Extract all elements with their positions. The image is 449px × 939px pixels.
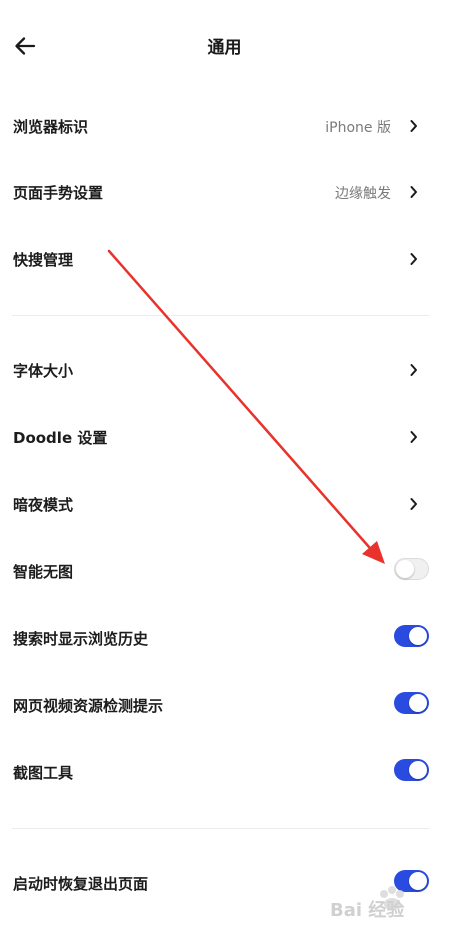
toggle-knob: [409, 694, 427, 712]
watermark-text: Bai 经验: [330, 899, 405, 921]
quick-search-row[interactable]: 快搜管理: [0, 232, 449, 288]
row-label: 网页视频资源检测提示: [13, 697, 164, 715]
video-detect-row: 网页视频资源检测提示: [0, 678, 449, 734]
row-label: 浏览器标识: [13, 118, 89, 136]
row-label: 截图工具: [13, 764, 74, 782]
page-title: 通用: [207, 38, 242, 58]
row-label: 暗夜模式: [13, 496, 74, 514]
smart-no-image-toggle[interactable]: [394, 558, 429, 580]
toggle-knob: [409, 627, 427, 645]
section-divider: [12, 315, 430, 316]
toggle-knob: [396, 560, 414, 578]
font-size-row[interactable]: 字体大小: [0, 343, 449, 399]
row-label: 智能无图: [13, 563, 74, 581]
row-label: Doodle 设置: [13, 429, 108, 447]
chevron-right-icon: [410, 120, 417, 132]
chevron-right-icon: [410, 364, 417, 376]
row-label: 字体大小: [13, 362, 74, 380]
screenshot-tool-toggle[interactable]: [394, 759, 429, 781]
chevron-right-icon: [410, 253, 417, 265]
row-label: 启动时恢复退出页面: [13, 875, 149, 893]
video-detect-toggle[interactable]: [394, 692, 429, 714]
row-label: 页面手势设置: [13, 184, 104, 202]
doodle-settings-row[interactable]: Doodle 设置: [0, 410, 449, 466]
row-label: 快搜管理: [13, 251, 74, 269]
row-label: 搜索时显示浏览历史: [13, 630, 149, 648]
browser-identity-row[interactable]: 浏览器标识 iPhone 版: [0, 99, 449, 155]
section-divider: [12, 828, 430, 829]
dark-mode-row[interactable]: 暗夜模式: [0, 477, 449, 533]
chevron-right-icon: [410, 431, 417, 443]
chevron-right-icon: [410, 186, 417, 198]
row-value: iPhone 版: [325, 120, 391, 136]
search-history-row: 搜索时显示浏览历史: [0, 611, 449, 667]
page-gesture-row[interactable]: 页面手势设置 边缘触发: [0, 165, 449, 221]
watermark-logo: Bai 经验: [330, 880, 440, 930]
search-history-toggle[interactable]: [394, 625, 429, 647]
smart-no-image-row: 智能无图: [0, 544, 449, 600]
chevron-right-icon: [410, 498, 417, 510]
row-value: 边缘触发: [335, 186, 391, 202]
toggle-knob: [409, 761, 427, 779]
screenshot-tool-row: 截图工具: [0, 745, 449, 801]
top-bar: 通用: [0, 0, 449, 92]
